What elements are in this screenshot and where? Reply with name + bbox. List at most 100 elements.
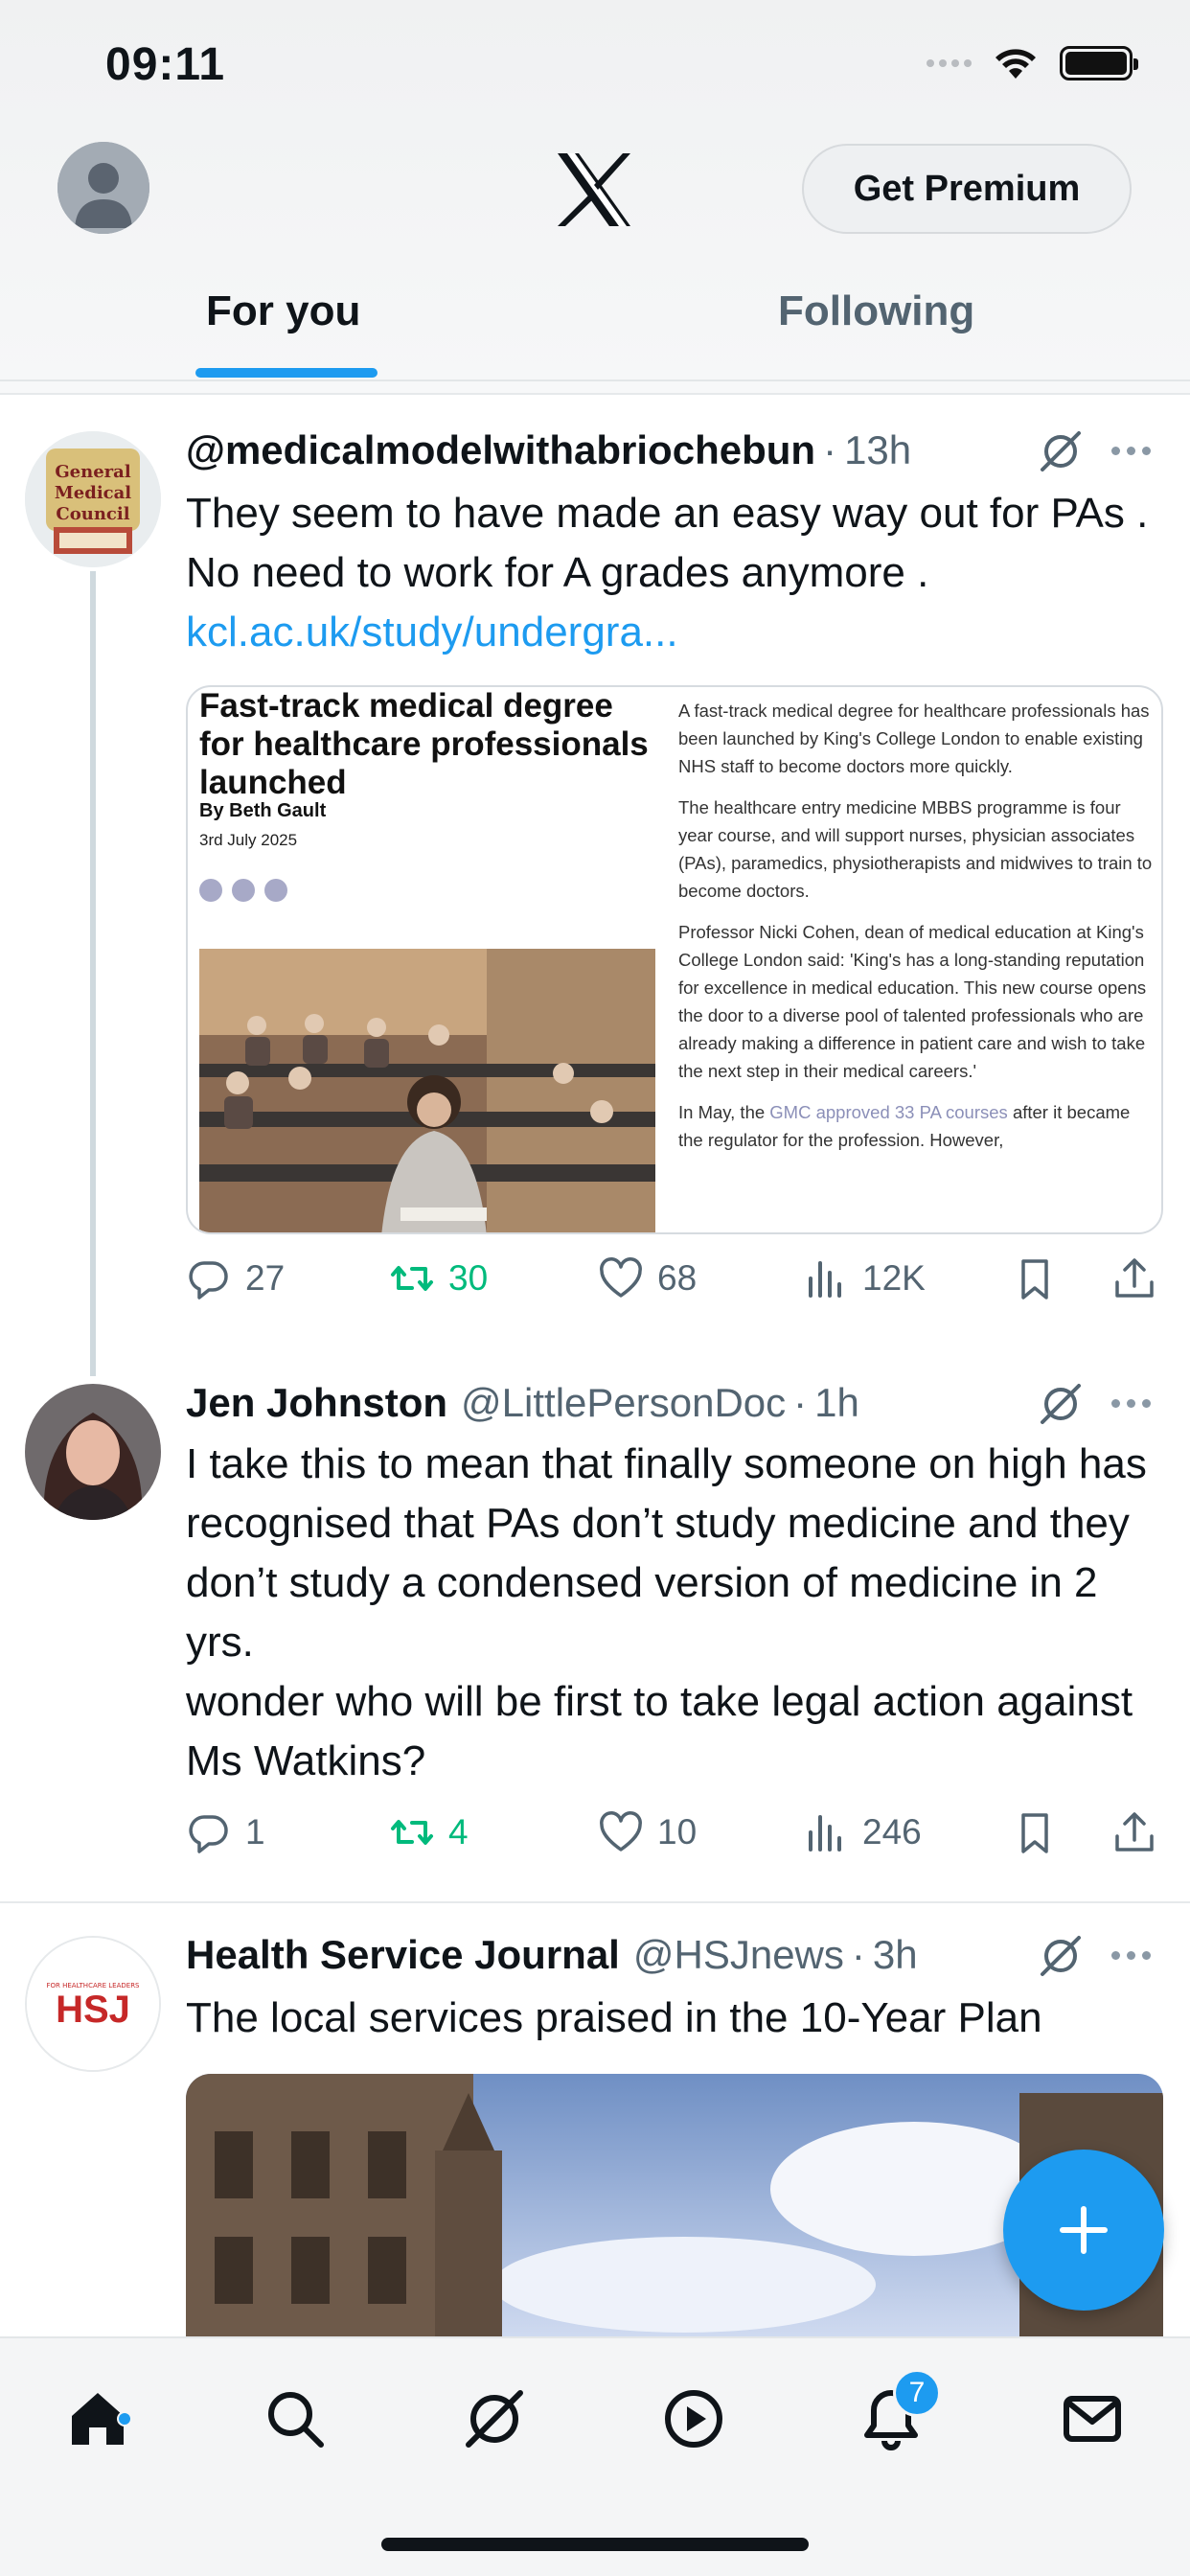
link-preview-card[interactable]: Fast-track medical degree for healthcare… — [186, 685, 1163, 1234]
reply-button[interactable]: 1 — [186, 1809, 265, 1855]
heart-icon — [600, 1257, 642, 1298]
card-paragraph: The healthcare entry medicine MBBS progr… — [678, 797, 1153, 901]
status-time: 09:11 — [105, 39, 226, 90]
tweet-header: Jen Johnston @LittlePersonDoc · 1h — [186, 1374, 1152, 1432]
repost-button[interactable]: 30 — [389, 1255, 488, 1301]
tweet-handle-bold[interactable]: @medicalmodelwithabriochebun — [186, 427, 815, 473]
svg-text:Medical: Medical — [55, 483, 131, 503]
share-button[interactable] — [1111, 1255, 1157, 1301]
grok-icon — [466, 2390, 523, 2448]
tweet-avatar[interactable]: FOR HEALTHCARE LEADERS HSJ — [25, 1936, 161, 2072]
tweet-body: The local services praised in the 10-Yea… — [186, 1994, 1042, 2041]
card-byline: By Beth Gault — [199, 800, 327, 821]
nav-notifications[interactable]: 7 — [853, 2369, 941, 2457]
heart-icon — [600, 1811, 642, 1852]
tweet-link[interactable]: kcl.ac.uk/study/undergra... — [186, 609, 678, 656]
views-button[interactable]: 12K — [803, 1255, 926, 1301]
bookmark-icon — [1021, 1259, 1048, 1300]
reply-count: 1 — [245, 1812, 265, 1852]
thread-line — [90, 571, 96, 1376]
separator-dot: · — [793, 1380, 808, 1425]
more-options-icon[interactable] — [1111, 1945, 1156, 1965]
messages-icon — [1064, 2396, 1121, 2442]
card-paragraph: Professor Nicki Cohen, dean of medical e… — [678, 922, 1147, 1081]
svg-text:HSJ: HSJ — [56, 1989, 130, 2031]
linkedin-icon — [199, 879, 222, 902]
tweet-body: They seem to have made an easy way out f… — [186, 490, 1149, 596]
tweet-divider — [0, 1901, 1190, 1903]
card-share-icons — [199, 879, 287, 902]
grok-icon[interactable] — [1037, 427, 1085, 475]
bookmark-button[interactable] — [1012, 1809, 1058, 1855]
bookmark-icon — [1021, 1813, 1048, 1853]
tweet-avatar[interactable]: General Medical Council — [25, 431, 161, 567]
grok-icon[interactable] — [1037, 1932, 1085, 1980]
svg-text:General: General — [55, 462, 131, 482]
status-icons — [927, 46, 1138, 80]
like-button[interactable]: 68 — [598, 1255, 697, 1301]
views-count: 12K — [862, 1258, 926, 1298]
x-logo-icon[interactable] — [554, 151, 634, 228]
card-paragraph: In May, the GMC approved 33 PA courses a… — [678, 1102, 1131, 1150]
gmc-logo-icon: General Medical Council — [25, 431, 161, 567]
tweet-author-name[interactable]: Jen Johnston — [186, 1380, 447, 1426]
tweet-actions: 27 30 68 12K — [186, 1255, 1154, 1313]
repost-icon — [391, 1266, 433, 1291]
tab-following[interactable]: Following — [778, 288, 974, 335]
card-date: 3rd July 2025 — [199, 831, 298, 849]
more-options-icon[interactable] — [1111, 441, 1156, 460]
more-options-icon[interactable] — [1111, 1393, 1156, 1413]
bookmark-button[interactable] — [1012, 1255, 1058, 1301]
tweet-handle[interactable]: @LittlePersonDoc — [461, 1380, 786, 1426]
like-button[interactable]: 10 — [598, 1809, 697, 1855]
tweet-handle[interactable]: @HSJnews — [633, 1932, 844, 1978]
repost-count: 4 — [448, 1812, 469, 1852]
share-icon — [1115, 1258, 1154, 1298]
nav-video[interactable] — [655, 2380, 732, 2457]
tweet-author-name[interactable]: Health Service Journal — [186, 1932, 620, 1978]
get-premium-button[interactable]: Get Premium — [802, 144, 1132, 234]
grok-icon[interactable] — [1037, 1380, 1085, 1428]
notifications-badge: 7 — [893, 2369, 941, 2417]
video-icon — [665, 2390, 722, 2448]
plus-icon — [1060, 2206, 1108, 2254]
tweet-time[interactable]: 1h — [814, 1380, 859, 1426]
nav-home[interactable] — [59, 2380, 136, 2457]
home-unread-dot — [117, 2411, 132, 2426]
default-avatar-icon — [57, 142, 149, 234]
card-title: Fast-track medical degree for healthcare… — [199, 687, 649, 801]
card-inline-link: GMC approved 33 PA courses — [769, 1102, 1008, 1122]
separator-dot: · — [823, 427, 837, 472]
whatsapp-icon — [264, 879, 287, 902]
separator-dot: · — [851, 1932, 865, 1977]
tweet-actions: 1 4 10 246 — [186, 1809, 1154, 1867]
tab-for-you[interactable]: For you — [206, 288, 360, 335]
lecture-hall-photo — [199, 949, 655, 1232]
reply-icon — [189, 1261, 228, 1300]
tweet-time[interactable]: 13h — [844, 427, 911, 473]
repost-icon — [391, 1820, 433, 1845]
email-icon — [232, 879, 255, 902]
reply-button[interactable]: 27 — [186, 1255, 285, 1301]
battery-icon — [1060, 46, 1138, 80]
views-icon — [809, 1261, 841, 1298]
tweet-avatar[interactable] — [25, 1384, 161, 1520]
repost-button[interactable]: 4 — [389, 1809, 469, 1855]
profile-avatar[interactable] — [57, 142, 149, 234]
tweet-time[interactable]: 3h — [873, 1932, 918, 1978]
repost-count: 30 — [448, 1258, 489, 1298]
active-tab-indicator — [195, 368, 378, 378]
like-count: 10 — [657, 1812, 698, 1852]
home-indicator — [381, 2538, 809, 2551]
tweet-header: @medicalmodelwithabriochebun · 13h — [186, 422, 1152, 479]
compose-button[interactable] — [1003, 2150, 1164, 2311]
share-button[interactable] — [1111, 1809, 1157, 1855]
views-button[interactable]: 246 — [803, 1809, 922, 1855]
feed-gap — [0, 381, 1190, 395]
nav-messages[interactable] — [1054, 2380, 1131, 2457]
like-count: 68 — [657, 1258, 698, 1298]
user-photo — [25, 1384, 161, 1520]
share-icon — [1115, 1812, 1154, 1852]
nav-search[interactable] — [257, 2380, 333, 2457]
nav-grok[interactable] — [456, 2380, 533, 2457]
